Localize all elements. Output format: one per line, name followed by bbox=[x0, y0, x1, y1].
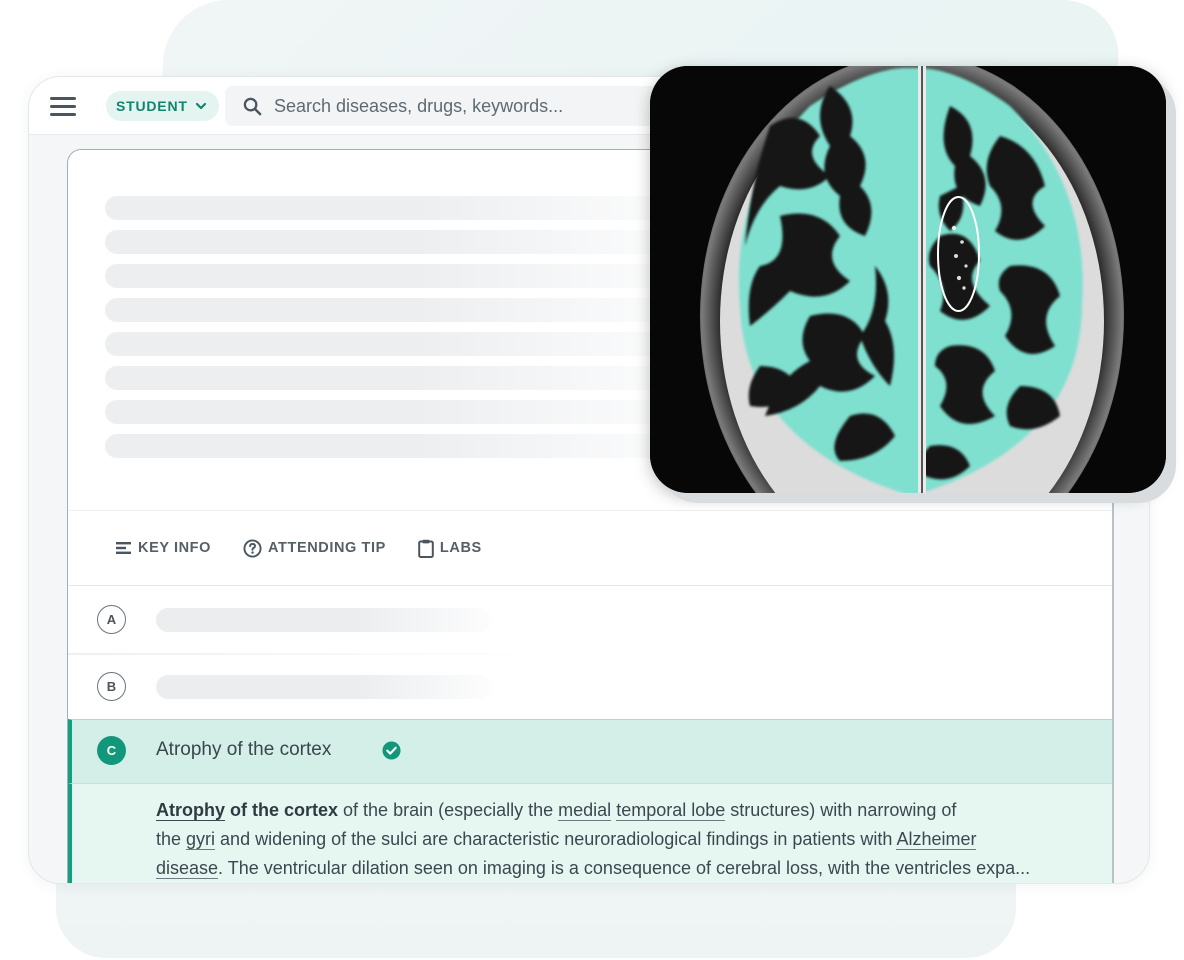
answer-option-c[interactable]: C Atrophy of the cortex bbox=[68, 719, 1112, 783]
attending-tip-button[interactable]: ATTENDING TIP bbox=[243, 538, 386, 558]
explanation-text: . The ventricular dilation seen on imagi… bbox=[218, 858, 1031, 878]
disease-link[interactable]: disease bbox=[156, 858, 219, 879]
skeleton-line bbox=[105, 264, 665, 288]
option-text-c: Atrophy of the cortex bbox=[156, 739, 332, 760]
role-selector[interactable]: STUDENT bbox=[106, 91, 219, 121]
temporal-lobe-link[interactable]: temporal lobe bbox=[616, 800, 726, 821]
alzheimer-link[interactable]: Alzheimer bbox=[896, 829, 977, 850]
gyri-link[interactable]: gyri bbox=[186, 829, 216, 850]
labs-label: LABS bbox=[439, 540, 482, 556]
explanation-text: the bbox=[156, 829, 187, 849]
option-text-placeholder bbox=[156, 608, 492, 632]
skeleton-line bbox=[105, 298, 665, 322]
brain-mri-scan bbox=[650, 66, 1166, 493]
attending-tip-label: ATTENDING TIP bbox=[268, 540, 386, 556]
correct-check-icon bbox=[382, 741, 401, 760]
explanation-text: of the brain (especially the bbox=[338, 800, 559, 820]
atrophy-link[interactable]: Atrophy bbox=[156, 800, 225, 821]
skeleton-line bbox=[105, 230, 665, 254]
explanation-line-1: Atrophy of the cortex of the brain (espe… bbox=[156, 796, 1082, 825]
key-info-button[interactable]: KEY INFO bbox=[116, 540, 211, 556]
labs-button[interactable]: LABS bbox=[418, 539, 482, 558]
key-info-icon bbox=[116, 542, 131, 554]
question-tools: KEY INFO ATTENDING TIP LABS bbox=[68, 510, 1112, 586]
medial-link[interactable]: medial bbox=[558, 800, 612, 821]
chevron-down-icon bbox=[195, 102, 206, 110]
option-text-placeholder bbox=[156, 675, 492, 699]
search-input[interactable] bbox=[274, 95, 674, 117]
explanation-text: and widening of the sulci are characteri… bbox=[215, 829, 897, 849]
skeleton-line bbox=[105, 400, 665, 424]
skeleton-line bbox=[105, 332, 665, 356]
mri-image[interactable] bbox=[650, 66, 1166, 493]
explanation-line-2: the gyri and widening of the sulci are c… bbox=[156, 825, 1082, 854]
option-letter-a: A bbox=[97, 605, 126, 634]
skeleton-line bbox=[105, 434, 665, 458]
answer-option-b[interactable]: B bbox=[68, 653, 1112, 719]
clipboard-icon bbox=[418, 539, 434, 558]
answer-option-a[interactable]: A bbox=[68, 587, 1112, 653]
search-bar bbox=[225, 86, 695, 126]
key-info-label: KEY INFO bbox=[138, 540, 212, 556]
answer-explanation: Atrophy of the cortex of the brain (espe… bbox=[68, 783, 1112, 883]
question-circle-icon bbox=[243, 538, 262, 558]
role-label: STUDENT bbox=[116, 98, 188, 114]
option-letter-b: B bbox=[97, 672, 126, 701]
question-stem-placeholder bbox=[105, 196, 665, 468]
explanation-line-3: disease. The ventricular dilation seen o… bbox=[156, 854, 1082, 883]
skeleton-line bbox=[105, 196, 665, 220]
explanation-bold-text: of the cortex bbox=[225, 800, 339, 820]
option-letter-c: C bbox=[97, 736, 126, 765]
search-icon bbox=[243, 97, 262, 115]
skeleton-line bbox=[105, 366, 665, 390]
explanation-text: structures) with narrowing of bbox=[725, 800, 957, 820]
menu-icon[interactable] bbox=[50, 97, 76, 117]
